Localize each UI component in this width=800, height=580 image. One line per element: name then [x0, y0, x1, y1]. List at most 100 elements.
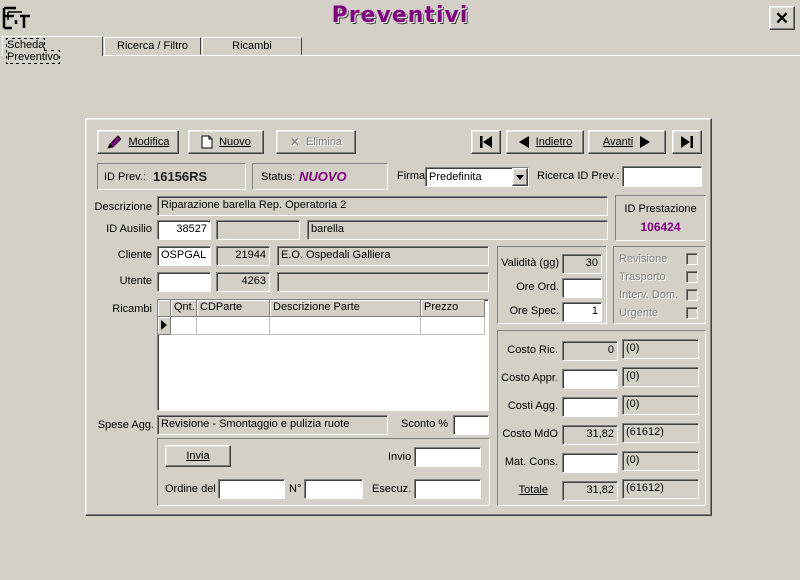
last-record-icon: [681, 136, 693, 148]
mat-cons-label: Mat. Cons.: [504, 456, 558, 468]
cliente-code-field[interactable]: OSPGAL: [157, 246, 211, 266]
grid-col-qnt[interactable]: Qnt.: [171, 300, 197, 317]
cliente-label: Cliente: [117, 249, 152, 261]
ordine-label: Ordine del: [165, 483, 216, 495]
grid-col-cdparte[interactable]: CDParte: [197, 300, 270, 317]
grid-cell-descrizione[interactable]: [270, 317, 421, 335]
tab-label: Ricambi: [232, 40, 272, 52]
costi-agg-label: Costi Agg.: [507, 400, 558, 412]
id-prev-label: ID Prev.:: [104, 171, 146, 183]
cliente-name-field: E.O. Ospedali Galliera: [277, 246, 489, 266]
totale-label: Totale: [518, 484, 548, 496]
grid-row-selector[interactable]: [158, 317, 171, 335]
grid-cell-prezzo[interactable]: [421, 317, 485, 335]
ausilio-extra-field: [216, 220, 300, 240]
firma-select[interactable]: Predefinita: [425, 167, 529, 187]
status-value: NUOVO: [299, 169, 347, 184]
avanti-label: Avanti: [602, 136, 634, 148]
utente-name-field: [277, 272, 489, 292]
descrizione-label: Descrizione: [94, 201, 152, 213]
indietro-label: Indietro: [535, 136, 573, 148]
interv-dom-checkbox[interactable]: [686, 289, 698, 301]
flags-box: Revisione Trasporto Interv. Dom. Urgente: [613, 246, 706, 324]
mat-cons-field[interactable]: [562, 453, 618, 473]
urgente-checkbox[interactable]: [686, 307, 698, 319]
id-prestazione-label: ID Prestazione: [624, 203, 697, 215]
dropdown-button[interactable]: [512, 168, 528, 186]
title-bar: Preventivi ✕: [0, 0, 800, 36]
costi-box: Costo Ric. 0 (0) Costo Appr. (0) Costi A…: [497, 330, 706, 506]
ore-ord-field[interactable]: [562, 278, 602, 298]
costo-ric-note: (0): [622, 339, 699, 359]
grid-cell-cdparte[interactable]: [197, 317, 270, 335]
elimina-button[interactable]: ✕ Elimina: [276, 130, 356, 154]
interv-dom-label: Interv. Dom.: [619, 289, 679, 301]
cliente-num-field: 21944: [216, 246, 270, 266]
id-prev-box: ID Prev.: 16156RS: [97, 163, 246, 190]
costo-ric-label: Costo Ric.: [507, 344, 558, 356]
modifica-label: Modifica: [128, 136, 170, 148]
sconto-label: Sconto %: [401, 418, 449, 430]
modifica-button[interactable]: Modifica: [97, 130, 179, 154]
validita-field[interactable]: 30: [562, 254, 602, 274]
first-record-button[interactable]: [471, 130, 501, 154]
costo-mdo-label: Costo MdO: [502, 428, 558, 440]
utente-code-field[interactable]: [157, 272, 211, 292]
status-box: Status: NUOVO: [252, 163, 388, 190]
form-panel: Modifica Nuovo ✕ Elimina Indietro Avanti…: [85, 118, 712, 516]
revisione-checkbox[interactable]: [686, 253, 698, 265]
invio-label: Invio: [388, 451, 412, 463]
grid-col-descrizione[interactable]: Descrizione Parte: [270, 300, 421, 317]
totale-field: 31,82: [562, 481, 618, 501]
indietro-button[interactable]: Indietro: [506, 130, 584, 154]
window-title: Preventivi: [331, 3, 469, 28]
n-field[interactable]: [304, 479, 363, 499]
tab-scheda-preventivo[interactable]: Scheda Preventivo: [2, 36, 103, 64]
costo-appr-field[interactable]: [562, 369, 618, 389]
id-prestazione-value: 106424: [640, 220, 681, 234]
invio-field[interactable]: [414, 447, 481, 467]
mat-cons-note: (0): [622, 451, 699, 471]
id-ausilio-field[interactable]: 38527: [157, 220, 211, 240]
costo-ric-field[interactable]: 0: [562, 341, 618, 361]
validita-label: Validità (gg): [501, 257, 559, 269]
costi-agg-note: (0): [622, 395, 699, 415]
tab-ricerca-filtro[interactable]: Ricerca / Filtro: [104, 37, 201, 55]
costi-agg-field[interactable]: [562, 397, 618, 417]
trasporto-checkbox[interactable]: [686, 271, 698, 283]
tab-ricambi[interactable]: Ricambi: [202, 37, 302, 55]
descrizione-field[interactable]: Riparazione barella Rep. Operatoria 2: [157, 196, 608, 216]
avanti-button[interactable]: Avanti: [588, 130, 666, 154]
current-row-icon: [161, 320, 167, 330]
grid-col-prezzo[interactable]: Prezzo: [421, 300, 485, 317]
grid-cell-qnt[interactable]: [171, 317, 197, 335]
last-record-button[interactable]: [672, 130, 702, 154]
id-prev-value: 16156RS: [153, 169, 208, 184]
spese-label: Spese Agg.: [97, 419, 154, 431]
ordine-field[interactable]: [218, 479, 285, 499]
esecuz-field[interactable]: [414, 479, 481, 499]
close-button[interactable]: ✕: [769, 6, 795, 30]
close-icon: ✕: [774, 8, 790, 28]
totale-note: (61612): [622, 479, 699, 499]
id-prestazione-box: ID Prestazione 106424: [615, 195, 706, 241]
ricambi-grid[interactable]: Qnt. CDParte Descrizione Parte Prezzo: [157, 299, 489, 411]
invio-box: Invia Invio Ordine del N° Esecuz.: [157, 438, 490, 506]
ore-spec-field[interactable]: 1: [562, 302, 602, 322]
ore-spec-label: Ore Spec.: [509, 305, 559, 317]
tab-strip-line: [0, 55, 800, 56]
elimina-label: Elimina: [305, 136, 343, 148]
costo-mdo-field[interactable]: 31,82: [562, 425, 618, 445]
nuovo-button[interactable]: Nuovo: [188, 130, 264, 154]
invia-button[interactable]: Invia: [165, 445, 231, 467]
sconto-field[interactable]: [453, 415, 489, 435]
grid-row-selector-head: [158, 300, 171, 317]
nuovo-label: Nuovo: [219, 136, 251, 148]
spese-field[interactable]: Revisione - Smontaggio e pulizia ruote: [157, 415, 388, 435]
ricerca-input[interactable]: [622, 166, 702, 187]
urgente-label: Urgente: [619, 307, 659, 319]
tab-label: Scheda Preventivo: [6, 38, 60, 64]
esecuz-label: Esecuz.: [372, 483, 412, 495]
costo-appr-label: Costo Appr.: [501, 372, 558, 384]
trasporto-label: Trasporto: [619, 271, 666, 283]
